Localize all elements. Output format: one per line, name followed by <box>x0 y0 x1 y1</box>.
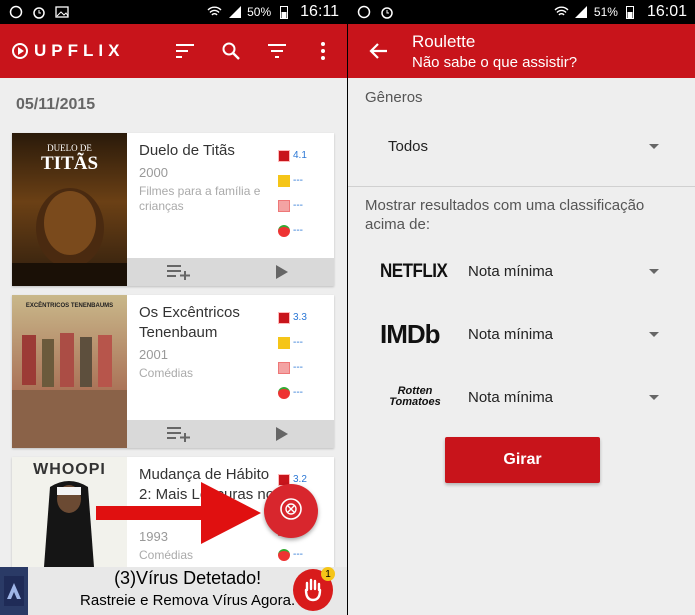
imdb-icon <box>278 336 290 349</box>
ratings: 4.1 --- --- --- <box>278 143 332 243</box>
netflix-logo: NETFLIX <box>380 259 448 282</box>
poster-text: EXCÊNTRICOS TENENBAUMS <box>25 303 114 309</box>
popcorn-icon <box>278 199 290 212</box>
app-bar: Roulette Não sabe o que assistir? <box>348 24 695 78</box>
whatsapp-icon <box>8 5 23 20</box>
add-to-list-icon[interactable] <box>127 420 231 448</box>
netflix-select-value: Nota mínima <box>468 262 554 280</box>
signal-icon <box>227 5 242 20</box>
popcorn-rating: --- <box>293 362 303 373</box>
add-to-list-icon[interactable] <box>127 258 231 286</box>
status-bar: 50% 16:11 <box>0 0 347 24</box>
wifi-icon <box>554 5 569 20</box>
card-actions <box>127 420 334 448</box>
roulette-fab-button[interactable] <box>264 484 318 538</box>
upflix-logo: UPFLIX <box>12 41 124 61</box>
movie-poster: DUELO DE TITÃS <box>12 133 127 286</box>
search-icon[interactable] <box>219 39 243 63</box>
alarm-icon <box>31 5 46 20</box>
roulette-icon <box>279 497 303 526</box>
sort-icon[interactable] <box>173 39 197 63</box>
whatsapp-icon <box>356 5 371 20</box>
tomato-icon <box>278 224 290 237</box>
imdb-logo: IMDb <box>380 318 441 349</box>
ad-banner[interactable]: (3)Vírus Detetado! Rastreie e Remova Vír… <box>0 567 347 615</box>
ad-logo-icon <box>4 576 25 606</box>
tomato-icon <box>278 386 290 399</box>
play-trailer-icon[interactable] <box>231 420 335 448</box>
netflix-rating: 4.1 <box>293 150 307 161</box>
play-icon <box>12 43 28 59</box>
netflix-icon <box>278 311 290 324</box>
page-subtitle: Não sabe o que assistir? <box>412 53 578 71</box>
netflix-rating-select[interactable]: NETFLIX Nota mínima <box>348 245 695 297</box>
netflix-icon <box>278 149 290 162</box>
netflix-rating: 3.3 <box>293 312 307 323</box>
left-screen: 50% 16:11 UPFLIX 05/11/2015 DUELO DE TIT… <box>0 0 347 615</box>
tomato-rating: --- <box>293 549 303 560</box>
movie-year: 2001 <box>139 347 168 362</box>
signal-icon <box>574 5 589 20</box>
genres-select-value: Todos <box>388 137 429 155</box>
tomato-rating: --- <box>293 225 303 236</box>
chevron-down-icon <box>649 143 659 149</box>
clock: 16:01 <box>646 3 687 20</box>
movie-year: 2000 <box>139 165 168 180</box>
genres-select[interactable]: Todos <box>348 120 695 172</box>
back-arrow-icon[interactable] <box>366 39 390 63</box>
app-bar: UPFLIX <box>0 24 347 78</box>
movie-genre: Comédias <box>139 366 194 380</box>
image-icon <box>54 5 69 20</box>
movie-title: Duelo de Titãs <box>139 142 235 159</box>
movie-card[interactable]: DUELO DE TITÃS Duelo de Titãs 2000 Filme… <box>12 133 334 286</box>
chevron-down-icon <box>649 268 659 274</box>
divider <box>348 186 695 187</box>
spin-button[interactable]: Girar <box>445 437 600 483</box>
rotten-tomatoes-logo: Rotten Tomatoes <box>389 385 441 408</box>
imdb-select-value: Nota mínima <box>468 325 554 343</box>
poster-text: TITÃS <box>40 153 99 174</box>
genres-label: Gêneros <box>365 89 423 106</box>
status-bar: 51% 16:01 <box>348 0 695 24</box>
rotten-tomatoes-rating-select[interactable]: Rotten Tomatoes Nota mínima <box>348 371 695 423</box>
right-screen: 51% 16:01 Roulette Não sabe o que assist… <box>348 0 695 615</box>
popcorn-icon <box>278 361 290 374</box>
play-trailer-icon[interactable] <box>231 258 335 286</box>
movie-poster: EXCÊNTRICOS TENENBAUMS <box>12 295 127 448</box>
ratings-label: Mostrar resultados com uma classificação… <box>365 197 645 233</box>
ratings: 3.3 --- --- --- <box>278 305 332 405</box>
poster-text: WHOOPI <box>33 461 106 478</box>
arrow-annotation <box>96 482 261 544</box>
filter-icon[interactable] <box>265 39 289 63</box>
movie-card[interactable]: EXCÊNTRICOS TENENBAUMS Os Excêntricos Te… <box>12 295 334 448</box>
rotten-tomatoes-select-value: Nota mínima <box>468 388 554 406</box>
page-title: Roulette <box>412 31 476 51</box>
movie-genre: Comédias <box>139 548 194 562</box>
more-menu-icon[interactable] <box>311 39 335 63</box>
battery-icon <box>623 5 638 20</box>
popcorn-rating: --- <box>293 200 303 211</box>
chevron-down-icon <box>649 394 659 400</box>
tomato-icon <box>278 548 290 561</box>
wifi-icon <box>207 5 222 20</box>
logo-text: UPFLIX <box>34 41 125 60</box>
clock: 16:11 <box>300 3 339 20</box>
chevron-down-icon <box>649 331 659 337</box>
battery-percent: 51% <box>593 5 618 19</box>
imdb-icon <box>278 174 290 187</box>
battery-icon <box>276 5 291 20</box>
imdb-rating: --- <box>293 337 303 348</box>
alarm-icon <box>379 5 394 20</box>
ad-badge: 1 <box>321 567 335 581</box>
imdb-rating-select[interactable]: IMDb Nota mínima <box>348 308 695 360</box>
movie-title: Os Excêntricos Tenenbaum <box>139 304 240 341</box>
poster-text: DUELO DE <box>47 143 92 153</box>
battery-percent: 50% <box>247 5 272 19</box>
card-actions <box>127 258 334 286</box>
list-date: 05/11/2015 <box>16 96 96 113</box>
imdb-rating: --- <box>293 175 303 186</box>
tomato-rating: --- <box>293 387 303 398</box>
movie-genre: Filmes para a família e crianças <box>139 184 261 213</box>
